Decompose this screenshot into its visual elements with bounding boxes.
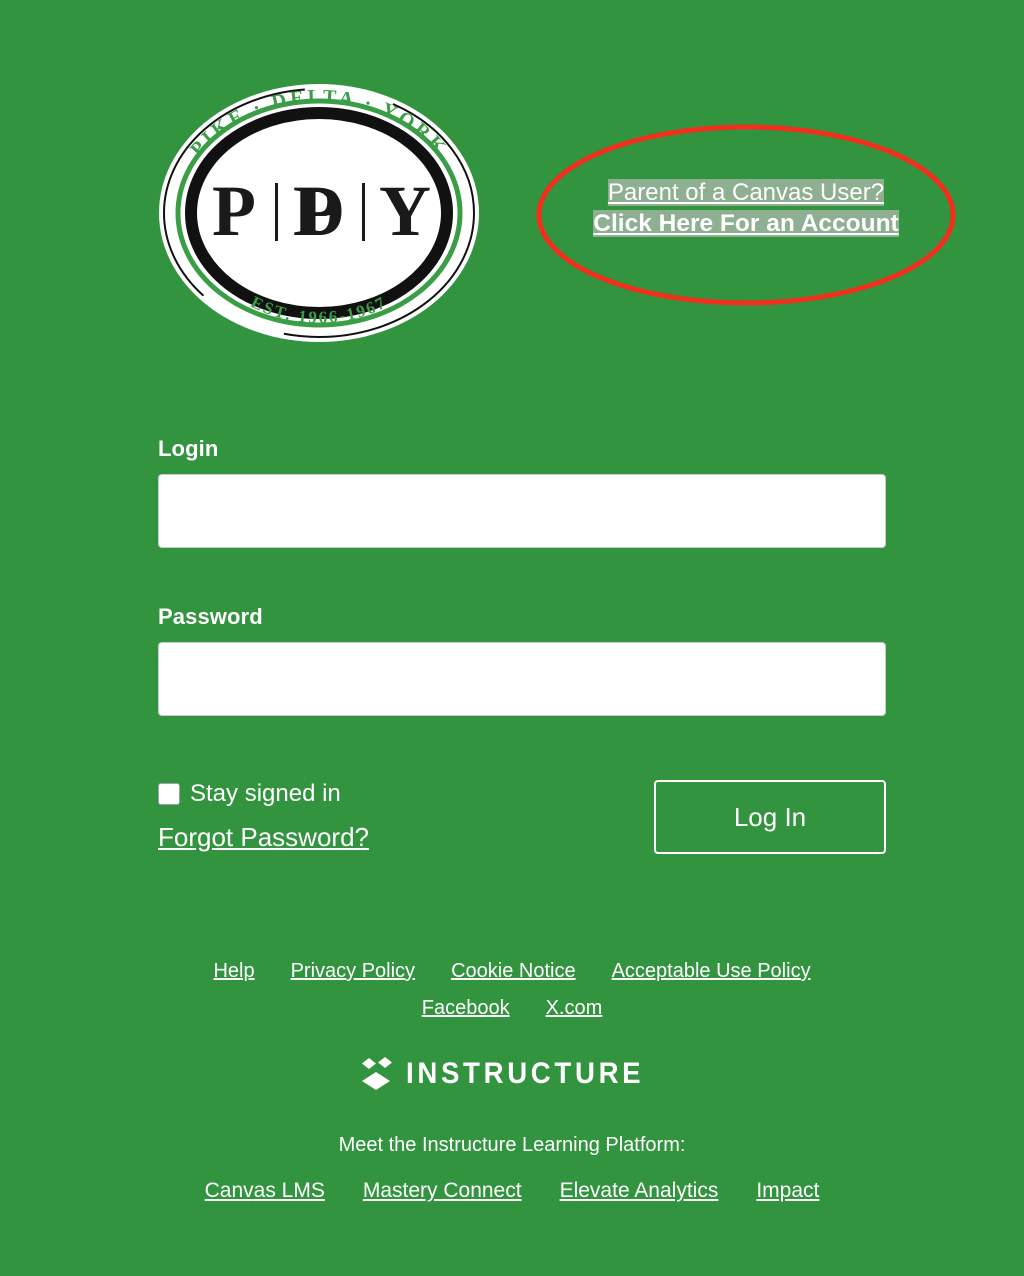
footer-social-links: Facebook X.com bbox=[0, 997, 1024, 1020]
instructure-wordmark: INSTRUCTURE bbox=[405, 1057, 644, 1090]
platform-tagline: Meet the Instructure Learning Platform: bbox=[338, 1134, 686, 1156]
stay-signed-in-label: Stay signed in bbox=[190, 780, 341, 807]
svg-text:Y: Y bbox=[379, 171, 431, 251]
svg-text:D: D bbox=[293, 171, 345, 251]
login-options-row: Stay signed in Forgot Password? Log In bbox=[158, 780, 886, 870]
footer-link-cookie-notice[interactable]: Cookie Notice bbox=[451, 960, 576, 983]
footer-link-xcom[interactable]: X.com bbox=[546, 997, 603, 1020]
footer-link-help[interactable]: Help bbox=[213, 960, 254, 983]
school-logo: PIKE · DELTA · YORK EST. 1966-1967 P P P… bbox=[158, 82, 480, 344]
parent-account-links: Parent of a Canvas User? Click Here For … bbox=[536, 179, 956, 242]
log-in-button[interactable]: Log In bbox=[654, 780, 886, 854]
click-here-for-account-link[interactable]: Click Here For an Account bbox=[593, 209, 899, 237]
stay-signed-in-checkbox[interactable] bbox=[158, 783, 180, 805]
parent-of-canvas-user-link[interactable]: Parent of a Canvas User? bbox=[607, 179, 885, 206]
footer-link-facebook[interactable]: Facebook bbox=[422, 997, 510, 1020]
login-form: Login Password bbox=[158, 436, 886, 716]
login-input[interactable] bbox=[158, 474, 886, 548]
footer-primary-links: Help Privacy Policy Cookie Notice Accept… bbox=[0, 960, 1024, 983]
parent-promo-line-2: Click Here For an Account bbox=[536, 209, 956, 237]
password-label: Password bbox=[158, 604, 263, 629]
password-input[interactable] bbox=[158, 642, 886, 716]
form-spacer bbox=[158, 548, 886, 604]
instructure-logo: INSTRUCTURE bbox=[0, 1056, 1024, 1092]
pike-delta-york-seal-icon: PIKE · DELTA · YORK EST. 1966-1967 P P P… bbox=[159, 84, 479, 342]
footer-link-privacy-policy[interactable]: Privacy Policy bbox=[291, 960, 415, 983]
platform-link-impact[interactable]: Impact bbox=[756, 1179, 819, 1203]
login-label: Login bbox=[158, 436, 219, 461]
platform-link-mastery-connect[interactable]: Mastery Connect bbox=[363, 1179, 522, 1203]
parent-account-promo: Parent of a Canvas User? Click Here For … bbox=[536, 124, 956, 306]
platform-link-canvas-lms[interactable]: Canvas LMS bbox=[205, 1179, 325, 1203]
svg-text:P: P bbox=[212, 171, 256, 251]
forgot-password-link[interactable]: Forgot Password? bbox=[158, 822, 369, 853]
platform-link-elevate-analytics[interactable]: Elevate Analytics bbox=[560, 1179, 719, 1203]
page-footer: Help Privacy Policy Cookie Notice Accept… bbox=[0, 960, 1024, 1203]
platform-links: Canvas LMS Mastery Connect Elevate Analy… bbox=[0, 1179, 1024, 1203]
instructure-diamonds-icon bbox=[361, 1057, 392, 1090]
header-area: PIKE · DELTA · YORK EST. 1966-1967 P P P… bbox=[0, 0, 1024, 420]
parent-promo-line-1: Parent of a Canvas User? bbox=[536, 179, 956, 206]
footer-link-acceptable-use-policy[interactable]: Acceptable Use Policy bbox=[612, 960, 811, 983]
